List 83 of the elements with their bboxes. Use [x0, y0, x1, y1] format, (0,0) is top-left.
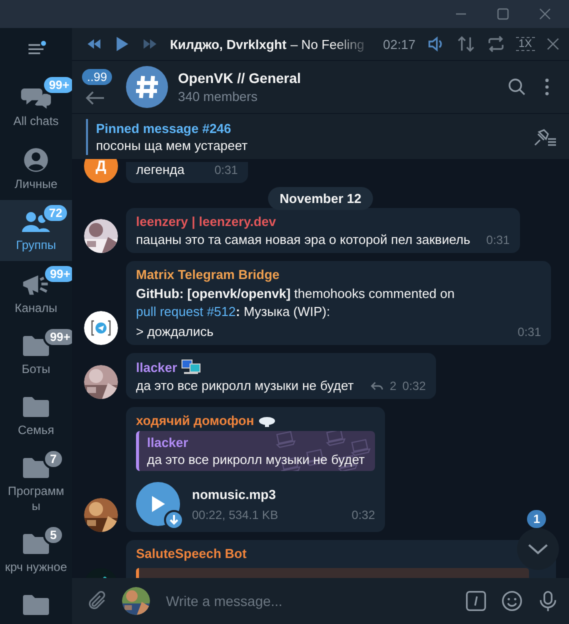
- author-name[interactable]: ходячий домофон: [136, 413, 276, 428]
- close-icon: [539, 8, 551, 20]
- message-text: пацаны это та самая новая эра о которой пел заквиель: [136, 232, 470, 247]
- folder-tab[interactable]: 5 крч нужное: [0, 522, 72, 583]
- unread-badge: 72: [42, 203, 70, 223]
- message-time: 0:31: [214, 163, 238, 177]
- unread-badge: 99+: [42, 75, 72, 95]
- speed-button[interactable]: 1X: [516, 37, 535, 51]
- download-icon[interactable]: [164, 510, 184, 530]
- message-text: легенда: [136, 162, 184, 177]
- author-name[interactable]: Matrix Telegram Bridge: [136, 267, 280, 282]
- folder-label: Семья: [16, 423, 56, 438]
- attach-icon[interactable]: [86, 590, 108, 612]
- unread-badge: ..99: [82, 69, 112, 85]
- folder-tab[interactable]: 99+ Каналы: [0, 261, 72, 324]
- chevron-down-icon: [527, 542, 549, 556]
- link[interactable]: pull request #512: [136, 304, 236, 319]
- folder-label: Программы: [6, 484, 66, 514]
- message-text: да это все рикролл музыки не будет: [136, 378, 354, 393]
- search-icon[interactable]: [507, 77, 527, 97]
- reply-quote[interactable]: llacker да это все рикролл музыки не будет: [136, 431, 375, 471]
- play-icon[interactable]: [114, 35, 130, 53]
- folder-label: Каналы: [14, 301, 58, 316]
- maximize-icon: [497, 8, 509, 20]
- close-icon[interactable]: [545, 36, 561, 52]
- chat-title[interactable]: OpenVK // General: [178, 70, 497, 86]
- message-text: GitHub: [openvk/openvk] themohooks commented on pull request #512: Музыка (WIP):: [136, 285, 456, 321]
- date-pill: November 12: [268, 187, 374, 210]
- quote-author: llacker: [147, 435, 190, 450]
- message-time: 0:31: [518, 325, 541, 339]
- folder-icon: [21, 456, 51, 480]
- folder-icon: [21, 593, 51, 617]
- commands-icon[interactable]: [465, 590, 487, 612]
- unread-badge: 5: [43, 525, 64, 545]
- folder-label: Личные: [14, 177, 58, 192]
- emoji-icon[interactable]: [501, 590, 523, 612]
- computer-icon: [181, 359, 202, 375]
- unread-badge: 99+: [43, 327, 72, 347]
- reply-icon: [370, 380, 384, 392]
- person-icon: [23, 147, 49, 173]
- author-name[interactable]: llacker: [136, 359, 202, 375]
- unread-badge: 1: [527, 510, 546, 528]
- author-name[interactable]: SaluteSpeech Bot: [136, 546, 247, 561]
- unread-badge: 99+: [43, 264, 72, 284]
- folder-tab[interactable]: 7 Программы: [0, 446, 72, 522]
- track-time: 02:17: [382, 36, 416, 52]
- scroll-down-button[interactable]: [517, 528, 559, 570]
- avatar-letter: Д: [84, 159, 118, 183]
- folder-label: Боты: [20, 362, 52, 377]
- unread-badge: 7: [43, 449, 64, 469]
- folder-tab[interactable]: Семья: [0, 385, 72, 446]
- microphone-icon[interactable]: [537, 589, 559, 613]
- track-title: Килджо, Dvrklxght – No Feeling: [170, 36, 366, 52]
- folder-icon: [21, 532, 51, 556]
- author-name[interactable]: leenzery | leenzery.dev: [136, 214, 276, 229]
- folder-label: Группы: [15, 238, 57, 253]
- back-arrow-icon[interactable]: [84, 89, 106, 107]
- group-avatar[interactable]: [126, 66, 168, 108]
- cloud-icon: [258, 414, 276, 426]
- quote-text: да это все рикролл музыки не будет: [147, 452, 366, 467]
- pinned-bar[interactable]: Pinned message #246 посоны ща мем устареет: [72, 113, 569, 159]
- file-info: 00:22, 534.1 KB: [192, 508, 278, 522]
- file-name: nomusic.mp3: [192, 486, 277, 502]
- folder-icon: [21, 395, 51, 419]
- folder-label: All chats: [12, 114, 60, 129]
- message-time: 0:32: [402, 379, 426, 393]
- message-text: > дождались: [136, 324, 214, 339]
- bridge-avatar-icon: [84, 311, 118, 345]
- message-time: 0:32: [352, 508, 375, 522]
- folder-tab[interactable]: Личные: [0, 137, 72, 200]
- reply-count: 2: [390, 379, 396, 393]
- folder-tab[interactable]: 72 Группы: [0, 200, 72, 261]
- order-icon[interactable]: [456, 34, 476, 54]
- folder-label: крч нужное: [4, 560, 68, 575]
- repeat-icon[interactable]: [486, 34, 506, 54]
- member-count: 340 members: [178, 89, 258, 104]
- pinned-title: Pinned message #246: [96, 120, 232, 136]
- pinned-text: посоны ща мем устареет: [96, 138, 249, 152]
- minimize-icon: [455, 13, 467, 15]
- folder-icon: [21, 334, 51, 358]
- play-icon: [149, 494, 167, 514]
- folder-tab[interactable]: 99+ Боты: [0, 324, 72, 385]
- message-time: 0:31: [486, 233, 510, 247]
